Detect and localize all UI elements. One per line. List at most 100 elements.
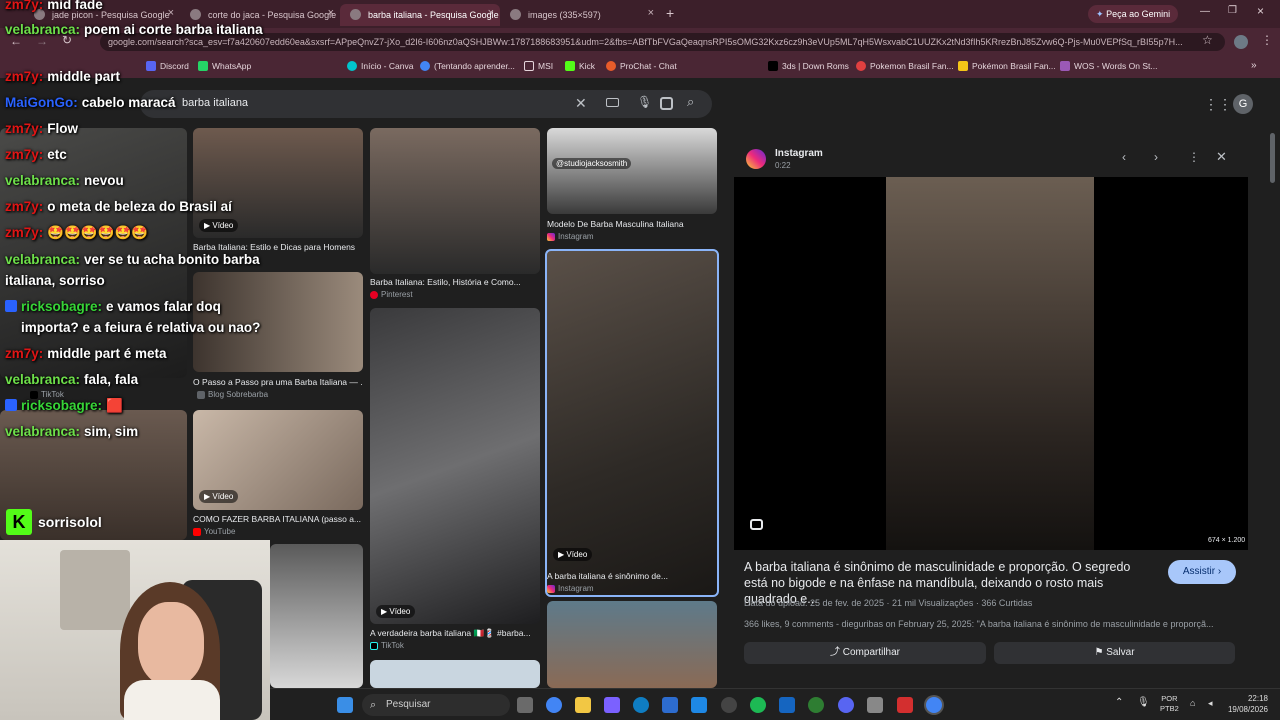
source-label: Instagram xyxy=(558,232,594,241)
webcam-feed xyxy=(0,540,270,720)
share-button[interactable]: ⤴ Compartilhar xyxy=(744,642,986,664)
page-scrollbar[interactable] xyxy=(1270,133,1275,183)
clear-icon[interactable]: ✕ xyxy=(575,95,587,112)
task-view-icon[interactable] xyxy=(517,697,533,713)
lens-icon[interactable] xyxy=(660,97,673,110)
keyboard-icon[interactable] xyxy=(606,98,619,107)
image-result-tile[interactable] xyxy=(370,128,540,274)
wos-icon xyxy=(1060,61,1070,71)
close-icon[interactable]: × xyxy=(328,7,334,19)
result-title[interactable]: Barba Italiana: Estilo, História e Como.… xyxy=(370,277,540,287)
bookmark-prochat[interactable]: ProChat - Chat xyxy=(606,61,677,71)
app-icon[interactable] xyxy=(808,697,824,713)
panel-source[interactable]: Instagram xyxy=(775,148,823,159)
windows-start-icon[interactable] xyxy=(337,697,353,713)
person-shirt xyxy=(124,680,220,720)
edge-icon[interactable] xyxy=(633,697,649,713)
chrome-icon[interactable] xyxy=(546,697,562,713)
instagram-icon xyxy=(746,149,766,169)
bookmark-kick[interactable]: Kick xyxy=(565,61,595,71)
menu-dots-icon[interactable]: ⋮ xyxy=(1261,33,1273,47)
clock[interactable]: 22:18 19/08/2026 xyxy=(1226,693,1268,715)
result-title[interactable]: A verdadeira barba italiana 🇮🇹💈 #barba..… xyxy=(370,628,540,639)
save-button[interactable]: ⚑ Salvar xyxy=(994,642,1235,664)
image-result-tile[interactable] xyxy=(547,128,717,214)
minimize-button[interactable]: — xyxy=(1200,6,1210,17)
image-result-tile[interactable] xyxy=(370,660,540,688)
preview-image[interactable] xyxy=(886,177,1094,550)
mail-icon[interactable] xyxy=(691,697,707,713)
chat-username: zm7y: xyxy=(5,69,44,84)
ask-gemini-button[interactable]: ✦ Peça ao Gemini xyxy=(1088,5,1179,23)
new-tab-button[interactable]: + xyxy=(666,5,674,21)
chat-username: zm7y: xyxy=(5,225,44,240)
result-title[interactable]: Modelo De Barba Masculina Italiana xyxy=(547,219,717,229)
store-icon[interactable] xyxy=(662,697,678,713)
volume-icon[interactable]: ◂ xyxy=(1208,698,1213,709)
globe-icon xyxy=(510,9,521,20)
bookmark-3ds[interactable]: 3ds | Down Roms xyxy=(768,61,849,71)
bookmark-pokemon2[interactable]: Pokémon Brasil Fan... xyxy=(958,61,1056,71)
search-icon[interactable]: ⌕ xyxy=(687,94,694,110)
mic-icon[interactable]: 🎙 xyxy=(637,95,652,109)
result-title[interactable]: COMO FAZER BARBA ITALIANA (passo a... xyxy=(193,514,363,524)
tab-barba-italiana[interactable]: barba italiana - Pesquisa Google × xyxy=(340,4,500,26)
bookmark-tentando[interactable]: (Tentando aprender... xyxy=(420,61,515,71)
chat-text: sim, sim xyxy=(84,424,139,439)
close-panel-icon[interactable]: ✕ xyxy=(1216,149,1227,165)
copilot-icon[interactable] xyxy=(604,697,620,713)
next-icon[interactable]: › xyxy=(1154,150,1158,164)
result-source: Instagram xyxy=(547,584,594,593)
bookmark-pokemon1[interactable]: Pokemon Brasil Fan... xyxy=(856,61,954,71)
result-title[interactable]: A barba italiana é sinônimo de... xyxy=(547,571,715,581)
bookmark-wos[interactable]: WOS - Words On St... xyxy=(1060,61,1157,71)
taskbar-search[interactable]: ⌕ Pesquisar xyxy=(362,694,510,716)
chat-message: velabranca: poem ai corte barba italiana xyxy=(5,20,270,40)
bookmark-msi[interactable]: MSI xyxy=(524,61,553,71)
streamer-name: sorrisolol xyxy=(38,514,102,530)
image-result-tile[interactable] xyxy=(270,544,363,688)
image-result-tile-selected[interactable] xyxy=(545,249,719,597)
lens-search-icon[interactable] xyxy=(750,519,763,530)
video-badge: ▶ Vídeo xyxy=(376,605,416,618)
discord-icon[interactable] xyxy=(838,697,854,713)
clock-date: 19/08/2026 xyxy=(1227,705,1268,714)
chat-message: zm7y: Flow xyxy=(5,118,270,139)
microphone-icon[interactable]: 🎙 xyxy=(1137,697,1150,708)
chrome-active-icon[interactable] xyxy=(926,697,942,713)
watch-button[interactable]: Assistir › xyxy=(1168,560,1236,584)
close-icon[interactable]: × xyxy=(488,7,494,19)
app-icon[interactable] xyxy=(779,697,795,713)
more-bookmarks-icon[interactable]: » xyxy=(1251,60,1257,71)
apps-grid-icon[interactable]: ⋮⋮ xyxy=(1204,96,1232,113)
window-close-button[interactable]: × xyxy=(1257,4,1264,18)
spotify-icon[interactable] xyxy=(750,697,766,713)
language-label: POR xyxy=(1161,694,1178,703)
obs-icon[interactable] xyxy=(897,697,913,713)
bookmark-star-icon[interactable]: ☆ xyxy=(1202,33,1213,47)
image-result-tile[interactable] xyxy=(547,601,717,688)
network-icon[interactable]: ⌂ xyxy=(1190,698,1195,708)
prev-icon[interactable]: ‹ xyxy=(1122,150,1126,164)
profile-avatar[interactable] xyxy=(1234,35,1248,49)
file-explorer-icon[interactable] xyxy=(575,697,591,713)
close-icon[interactable]: × xyxy=(648,7,654,19)
watch-label: Assistir xyxy=(1182,566,1216,577)
account-avatar[interactable]: G xyxy=(1233,94,1253,114)
instagram-icon xyxy=(547,584,555,593)
folder-icon xyxy=(524,61,534,71)
bookmark-canva[interactable]: Início - Canva xyxy=(347,61,413,71)
language-indicator[interactable]: POR PTB2 xyxy=(1160,694,1179,714)
more-options-icon[interactable]: ⋮ xyxy=(1188,150,1200,164)
image-result-tile[interactable] xyxy=(370,308,540,624)
bookmark-label: Kick xyxy=(579,61,596,71)
gemini-icon: ✦ xyxy=(1096,9,1104,19)
tab-images[interactable]: images (335×597) × xyxy=(500,4,660,26)
app-icon[interactable] xyxy=(867,697,883,713)
steam-icon[interactable] xyxy=(721,697,737,713)
pinterest-icon xyxy=(370,290,378,299)
kick-icon xyxy=(565,61,575,71)
tray-chevron-icon[interactable]: ⌃ xyxy=(1115,697,1123,708)
upload-meta: Data do upload: 25 de fev. de 2025 · 21 … xyxy=(744,598,1033,608)
maximize-button[interactable]: ❐ xyxy=(1228,5,1237,16)
